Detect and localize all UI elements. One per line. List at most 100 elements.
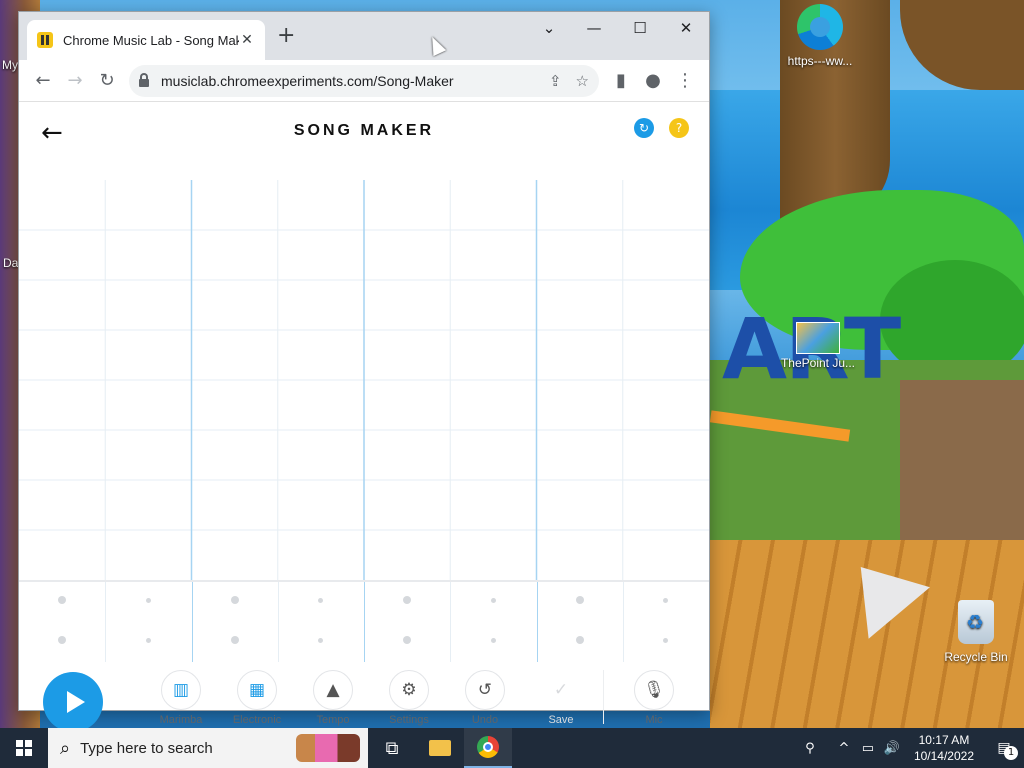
search-highlight-image (296, 734, 360, 762)
system-tray: ⚲ ^ ▭ 🔊 10:17 AM 10/14/2022 ▤ 1 (798, 728, 1024, 768)
taskbar-search-box[interactable]: ⌕ Type here to search (48, 728, 368, 768)
undo-icon: ↺ (465, 670, 505, 710)
reload-button[interactable]: ↻ (91, 65, 123, 97)
people-icon[interactable]: ⚲ (798, 741, 822, 756)
lock-icon[interactable] (139, 72, 149, 87)
forward-button[interactable]: → (59, 65, 91, 97)
rhythm-dot[interactable] (145, 597, 151, 603)
share-icon[interactable]: ⇪ (549, 72, 562, 90)
electronic-keyboard-icon: ▦ (237, 670, 277, 710)
url-text[interactable]: musiclab.chromeexperiments.com/Song-Make… (161, 73, 535, 89)
search-placeholder: Type here to search (80, 739, 213, 757)
control-label: Undo (471, 714, 499, 726)
start-button[interactable] (0, 728, 48, 768)
control-label: Settings (389, 714, 429, 726)
windows-logo-icon (16, 740, 32, 756)
page-title: SONG MAKER (293, 122, 435, 139)
desktop-label-partial: Da (3, 256, 19, 270)
rhythm-dot[interactable] (663, 597, 669, 603)
wallpaper-branch (900, 0, 1024, 90)
song-maker-header: ← SONG MAKER ↻ ? (19, 102, 709, 162)
desktop-icon-recycle-bin[interactable]: Recycle Bin (936, 600, 1016, 664)
profile-icon[interactable]: ● (637, 65, 669, 97)
rhythm-dot[interactable] (490, 597, 496, 603)
clock-date: 10/14/2022 (913, 749, 974, 763)
mic-button[interactable]: 🎙 Mic (622, 670, 686, 726)
tempo-icon: ▲ (313, 670, 353, 710)
taskbar: ⌕ Type here to search ⧉ ⚲ ^ ▭ 🔊 10:17 AM… (0, 728, 1024, 768)
rhythm-dot[interactable] (58, 636, 67, 644)
chevron-up-icon[interactable]: ^ (832, 741, 856, 756)
new-tab-button[interactable]: + (277, 25, 295, 47)
checkmark-icon: ✓ (553, 680, 569, 700)
rhythm-dot[interactable] (58, 596, 67, 604)
rhythm-column-line (364, 582, 365, 662)
notification-center-button[interactable]: ▤ 1 (984, 728, 1024, 768)
play-icon (67, 691, 85, 713)
bookmark-star-icon[interactable]: ☆ (576, 72, 589, 90)
control-label: Save (548, 714, 574, 726)
rhythm-dot[interactable] (663, 637, 669, 643)
rhythm-dot[interactable] (575, 636, 584, 644)
rhythm-dot[interactable] (403, 596, 412, 604)
desktop-icon-label: Recycle Bin (944, 650, 1008, 664)
game-icon (796, 322, 840, 354)
rhythm-dot[interactable] (403, 636, 412, 644)
chrome-taskbar-button[interactable] (464, 728, 512, 768)
rhythm-dot[interactable] (490, 637, 496, 643)
tab-close-icon[interactable]: ✕ (239, 32, 255, 48)
clock-time: 10:17 AM (918, 733, 970, 747)
address-bar[interactable]: musiclab.chromeexperiments.com/Song-Make… (129, 64, 599, 97)
tempo-button[interactable]: ▲ Tempo (301, 670, 365, 726)
task-view-button[interactable]: ⧉ (368, 728, 416, 768)
volume-icon[interactable]: 🔊 (880, 741, 904, 756)
recycle-bin-icon (958, 600, 994, 644)
refresh-icon[interactable]: ↻ (634, 118, 654, 138)
file-explorer-button[interactable] (416, 728, 464, 768)
clock[interactable]: 10:17 AM 10/14/2022 (904, 732, 984, 764)
desktop-icon-label: https---ww... (787, 54, 853, 68)
rhythm-dot[interactable] (230, 636, 239, 644)
back-button[interactable]: ← (27, 65, 59, 97)
folder-icon (429, 740, 451, 756)
maximize-button[interactable]: ☐ (620, 16, 660, 40)
microphone-icon: 🎙 (634, 670, 674, 710)
rhythm-dot[interactable] (318, 597, 324, 603)
desktop-icon-thepoint[interactable]: ThePoint Ju... (778, 322, 858, 370)
close-window-button[interactable]: ✕ (666, 16, 706, 40)
desktop-icon-edge-shortcut[interactable]: https---ww... (780, 4, 860, 68)
settings-button[interactable]: ⚙ Settings (377, 670, 441, 726)
marimba-button[interactable]: ▥ Marimba (149, 670, 213, 726)
desktop-label-partial: My (2, 58, 18, 72)
help-icon[interactable]: ? (669, 118, 689, 138)
chrome-menu-icon[interactable]: ⋮ (669, 65, 701, 97)
song-maker-page: ← SONG MAKER ↻ ? ▥ Marimba ▦ Electronic … (19, 102, 709, 732)
control-label: Mic (645, 714, 663, 726)
rhythm-column-line (105, 582, 107, 662)
rhythm-dot[interactable] (145, 637, 151, 643)
rhythm-dot[interactable] (575, 596, 584, 604)
tab-search-dropdown-button[interactable]: ⌄ (529, 16, 569, 40)
tab-strip: Chrome Music Lab - Song Maker ✕ + ⌄ — ☐ … (19, 12, 709, 60)
network-icon[interactable]: ▭ (856, 741, 880, 756)
rhythm-column-line (622, 582, 624, 662)
chrome-icon (477, 736, 499, 758)
electronic-button[interactable]: ▦ Electronic (225, 670, 289, 726)
browser-toolbar: ← → ↻ musiclab.chromeexperiments.com/Son… (19, 60, 709, 102)
minimize-button[interactable]: — (574, 16, 614, 40)
tab-title: Chrome Music Lab - Song Maker (63, 32, 239, 48)
melody-grid[interactable] (19, 180, 709, 580)
save-button[interactable]: ✓ Save (529, 670, 593, 726)
side-panel-icon[interactable]: ▮ (605, 65, 637, 97)
search-icon: ⌕ (60, 737, 71, 759)
rhythm-grid[interactable] (19, 580, 709, 662)
tab-song-maker[interactable]: Chrome Music Lab - Song Maker ✕ (27, 20, 265, 60)
rhythm-column-line (450, 582, 452, 662)
play-button[interactable] (43, 672, 103, 732)
rhythm-dot[interactable] (230, 596, 239, 604)
undo-button[interactable]: ↺ Undo (453, 670, 517, 726)
notification-badge: 1 (1004, 746, 1018, 760)
rhythm-column-line (191, 582, 193, 662)
rhythm-column-line (536, 582, 538, 662)
rhythm-dot[interactable] (318, 637, 324, 643)
